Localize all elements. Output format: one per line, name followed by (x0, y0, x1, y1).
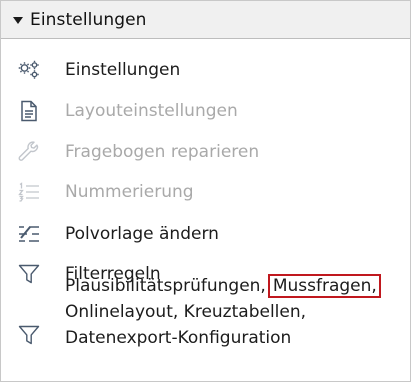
menu-item-label: Polvorlage ändern (65, 224, 219, 244)
document-icon (16, 98, 42, 124)
menu-item-layouteinstellungen[interactable]: Layouteinstellungen (1, 96, 410, 126)
multi-item-line-2: Onlinelayout, Kreuztabellen, (65, 302, 307, 322)
multi-item-text: Plausibilitätsprüfungen, Mussfragen, Onli… (65, 273, 410, 351)
filter-icon (16, 261, 42, 287)
settings-panel: Einstellungen Einstellungen Layouteinste… (0, 0, 411, 382)
gears-icon (16, 57, 42, 83)
plausibility-text: Plausibilitätsprüfungen, (65, 276, 266, 296)
multi-item-line-3: Datenexport-Konfiguration (65, 328, 292, 348)
multi-item-line-1: Plausibilitätsprüfungen, Mussfragen, (65, 273, 410, 299)
filter-icon (16, 322, 42, 348)
menu-item-einstellungen[interactable]: Einstellungen (1, 55, 410, 85)
menu-item-label: Einstellungen (65, 60, 181, 80)
menu-item-label: Nummerierung (65, 182, 194, 202)
section-title: Einstellungen (30, 9, 147, 30)
numbered-list-icon (16, 179, 42, 205)
section-header[interactable]: Einstellungen (1, 1, 410, 39)
menu-item-label: Fragebogen reparieren (65, 142, 260, 162)
menu-item-fragebogen-reparieren[interactable]: Fragebogen reparieren (1, 137, 410, 167)
highlighted-mussfragen: Mussfragen, (267, 274, 381, 298)
menu-item-label: Layouteinstellungen (65, 101, 238, 121)
pole-template-icon (16, 221, 42, 247)
menu-item-polvorlage-aendern[interactable]: Polvorlage ändern (1, 219, 410, 249)
caret-down-icon[interactable] (13, 16, 23, 24)
menu-item-nummerierung[interactable]: Nummerierung (1, 177, 410, 207)
wrench-icon (16, 139, 42, 165)
